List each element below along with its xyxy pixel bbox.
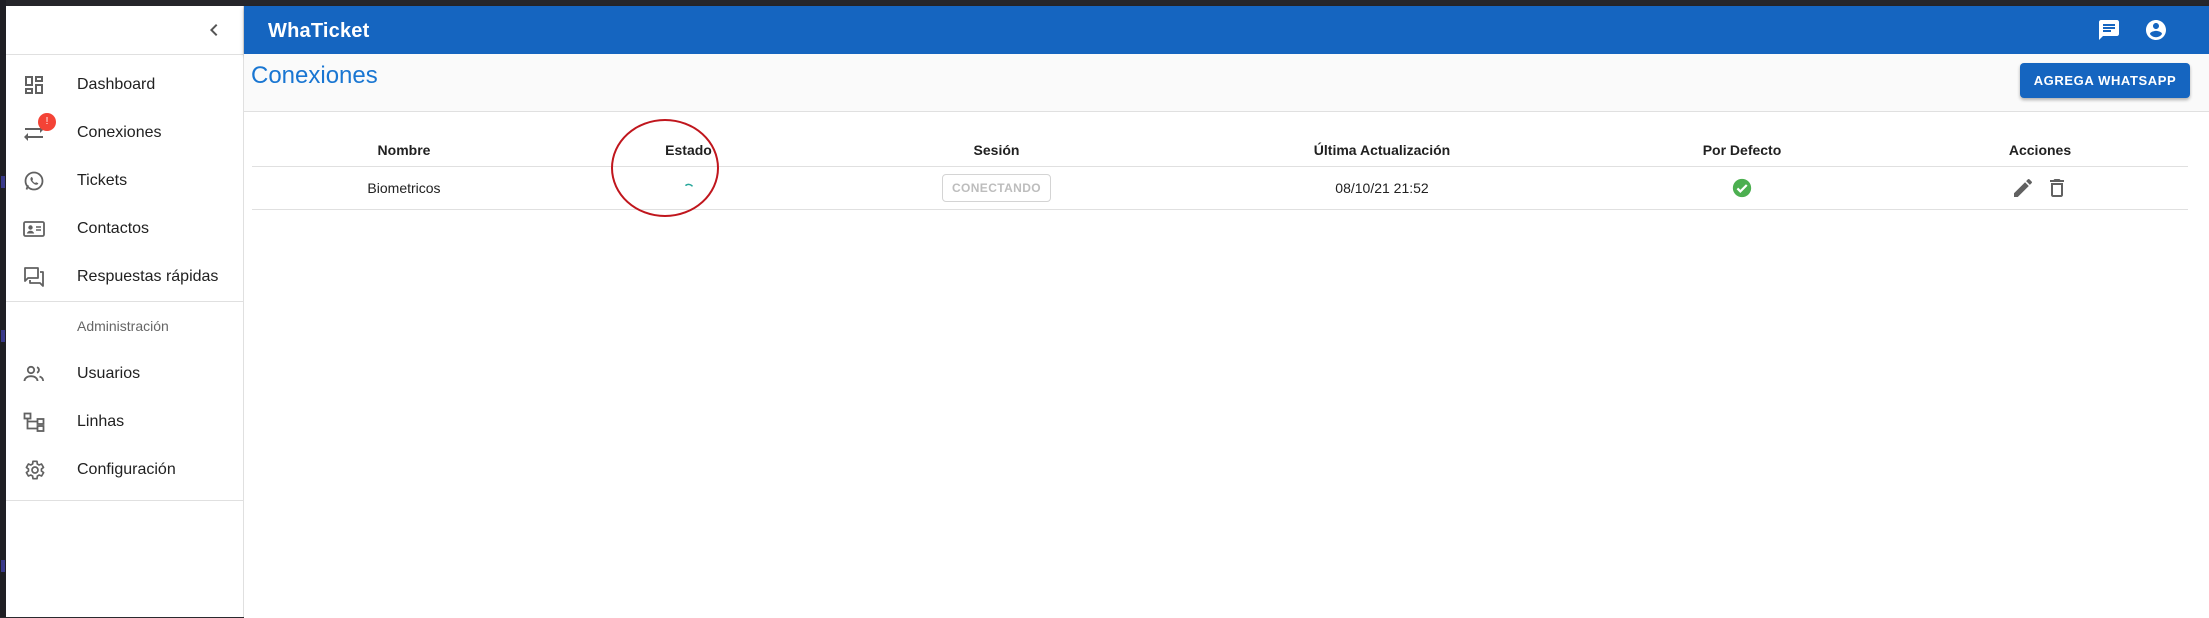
contact-card-icon bbox=[22, 217, 46, 241]
admin-nav: Usuarios Linhas Configuración bbox=[6, 350, 243, 494]
main-nav: Dashboard ! Conexiones Tickets Contactos bbox=[6, 55, 243, 301]
edit-icon bbox=[2014, 178, 2033, 197]
connection-name: Biometricos bbox=[252, 166, 556, 210]
connection-default-cell bbox=[1592, 166, 1892, 210]
column-header-ultima-actualizacion: Última Actualización bbox=[1172, 112, 1592, 167]
sidebar-item-linhas[interactable]: Linhas bbox=[6, 398, 243, 446]
sidebar-item-label: Configuración bbox=[77, 461, 176, 478]
delete-button[interactable] bbox=[2045, 176, 2069, 200]
sidebar-item-label: Tickets bbox=[77, 172, 128, 189]
check-circle-icon bbox=[1732, 178, 1752, 198]
edit-button[interactable] bbox=[2011, 176, 2035, 200]
sidebar-header bbox=[6, 6, 243, 55]
connection-updated-at: 08/10/21 21:52 bbox=[1172, 166, 1592, 210]
sidebar: Dashboard ! Conexiones Tickets Contactos bbox=[6, 6, 244, 617]
trash-icon bbox=[2049, 179, 2064, 197]
column-header-estado: Estado bbox=[556, 112, 821, 167]
chevron-left-icon bbox=[210, 24, 218, 36]
connection-actions-cell bbox=[1892, 166, 2188, 210]
column-header-nombre: Nombre bbox=[252, 112, 556, 167]
session-connecting-button[interactable]: CONECTANDO bbox=[941, 174, 1052, 202]
app-title: WhaTicket bbox=[268, 20, 370, 42]
sidebar-item-label: Conexiones bbox=[77, 124, 162, 141]
column-header-acciones: Acciones bbox=[1892, 112, 2188, 167]
quick-replies-icon bbox=[22, 265, 46, 289]
people-icon bbox=[22, 362, 46, 386]
sidebar-item-label: Linhas bbox=[77, 413, 125, 430]
sidebar-item-tickets[interactable]: Tickets bbox=[6, 157, 243, 205]
sidebar-item-contactos[interactable]: Contactos bbox=[6, 205, 243, 253]
sync-alt-icon: ! bbox=[22, 113, 56, 145]
column-header-sesion: Sesión bbox=[821, 112, 1172, 167]
sidebar-item-conexiones[interactable]: ! Conexiones bbox=[6, 109, 243, 157]
sidebar-item-respuestas-rapidas[interactable]: Respuestas rápidas bbox=[6, 253, 243, 301]
table-header-row: Nombre Estado Sesión Última Actualizació… bbox=[252, 112, 2188, 167]
connection-session-cell: CONECTANDO bbox=[821, 166, 1172, 210]
loading-spinner-icon bbox=[684, 183, 693, 187]
account-tree-icon bbox=[22, 410, 46, 434]
app-bar: WhaTicket bbox=[244, 6, 2209, 54]
page-title: Conexiones bbox=[251, 62, 378, 89]
sidebar-item-configuracion[interactable]: Configuración bbox=[6, 446, 243, 494]
sidebar-item-label: Usuarios bbox=[77, 365, 141, 382]
table-row: Biometricos CONECTANDO 08/10/21 21:52 bbox=[252, 166, 2188, 210]
settings-icon bbox=[22, 458, 46, 482]
dashboard-icon bbox=[22, 73, 46, 97]
connection-status-cell bbox=[556, 166, 821, 210]
sidebar-item-label: Respuestas rápidas bbox=[77, 268, 219, 285]
account-button[interactable] bbox=[2144, 18, 2168, 42]
add-whatsapp-button[interactable]: AGREGA WHATSAPP bbox=[2020, 63, 2190, 98]
collapse-drawer-button[interactable] bbox=[202, 18, 226, 42]
admin-section-header: Administración bbox=[77, 318, 169, 334]
whatsapp-icon bbox=[22, 169, 46, 193]
account-circle-icon bbox=[2146, 20, 2166, 40]
sidebar-divider bbox=[6, 500, 243, 501]
main-content: Conexiones AGREGA WHATSAPP Nombre Estado… bbox=[244, 54, 2209, 618]
sidebar-item-label: Dashboard bbox=[77, 76, 156, 93]
connections-table-container: Nombre Estado Sesión Última Actualizació… bbox=[244, 111, 2209, 618]
sidebar-item-dashboard[interactable]: Dashboard bbox=[6, 61, 243, 109]
notification-badge: ! bbox=[38, 113, 56, 131]
chat-notifications-button[interactable] bbox=[2097, 18, 2121, 42]
chat-icon bbox=[2099, 20, 2119, 40]
sidebar-item-label: Contactos bbox=[77, 220, 150, 237]
sidebar-item-usuarios[interactable]: Usuarios bbox=[6, 350, 243, 398]
connections-table: Nombre Estado Sesión Última Actualizació… bbox=[252, 112, 2188, 210]
column-header-por-defecto: Por Defecto bbox=[1592, 112, 1892, 167]
